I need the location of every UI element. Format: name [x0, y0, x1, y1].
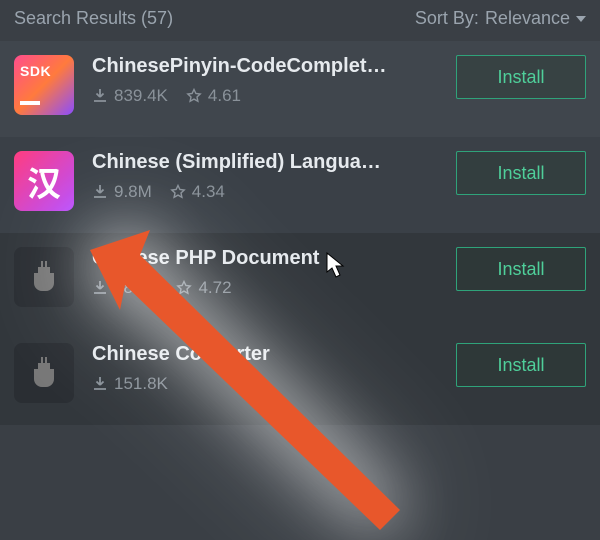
plugin-title: Chinese (Simplified) Langua…: [92, 151, 438, 174]
star-icon: [186, 88, 202, 104]
plugin-downloads: 48.1K: [114, 278, 158, 298]
plugin-meta: 839.4K 4.61: [92, 86, 438, 106]
install-button[interactable]: Install: [456, 151, 586, 195]
chevron-down-icon: [576, 16, 586, 22]
sort-by-value: Relevance: [485, 8, 570, 29]
plugin-downloads: 9.8M: [114, 182, 152, 202]
plugin-icon-sdk: SDK: [14, 55, 74, 115]
results-header: Search Results (57) Sort By: Relevance: [0, 0, 600, 41]
plugin-title: ChinesePinyin-CodeComplet…: [92, 55, 438, 78]
plugin-downloads: 151.8K: [114, 374, 168, 394]
sdk-icon-bar: [20, 101, 40, 105]
plugin-meta: 9.8M 4.34: [92, 182, 438, 202]
plugin-title: Chinese Converter: [92, 343, 438, 366]
plugin-row[interactable]: Chinese Converter 151.8K Install: [0, 329, 600, 425]
plugin-rating: 4.34: [192, 182, 225, 202]
plugin-info: ChinesePinyin-CodeComplet… 839.4K 4.61: [92, 55, 438, 106]
plugin-rating: 4.72: [198, 278, 231, 298]
plug-icon: [24, 257, 64, 297]
star-icon: [176, 280, 192, 296]
plugin-row[interactable]: Chinese PHP Document 48.1K 4.72 Install: [0, 233, 600, 329]
plugin-info: Chinese (Simplified) Langua… 9.8M 4.34: [92, 151, 438, 202]
plugin-icon-plug: [14, 247, 74, 307]
install-button[interactable]: Install: [456, 55, 586, 99]
plugin-info: Chinese Converter 151.8K: [92, 343, 438, 394]
plugin-icon-plug: [14, 343, 74, 403]
download-icon: [92, 88, 108, 104]
plugin-meta: 48.1K 4.72: [92, 278, 438, 298]
plugin-rating: 4.61: [208, 86, 241, 106]
plugin-downloads: 839.4K: [114, 86, 168, 106]
plugin-icon-han: 汉: [14, 151, 74, 211]
sort-by-label: Sort By:: [415, 8, 479, 29]
install-button[interactable]: Install: [456, 343, 586, 387]
download-icon: [92, 376, 108, 392]
download-icon: [92, 184, 108, 200]
results-count: Search Results (57): [14, 8, 173, 29]
plugin-row[interactable]: 汉 Chinese (Simplified) Langua… 9.8M 4.34…: [0, 137, 600, 233]
install-button[interactable]: Install: [456, 247, 586, 291]
plugin-row[interactable]: SDK ChinesePinyin-CodeComplet… 839.4K 4.…: [0, 41, 600, 137]
sort-by-selector[interactable]: Sort By: Relevance: [415, 8, 586, 29]
plugin-meta: 151.8K: [92, 374, 438, 394]
plugin-info: Chinese PHP Document 48.1K 4.72: [92, 247, 438, 298]
sdk-icon-text: SDK: [20, 63, 51, 79]
download-icon: [92, 280, 108, 296]
star-icon: [170, 184, 186, 200]
plugin-title: Chinese PHP Document: [92, 247, 438, 270]
plug-icon: [24, 353, 64, 393]
